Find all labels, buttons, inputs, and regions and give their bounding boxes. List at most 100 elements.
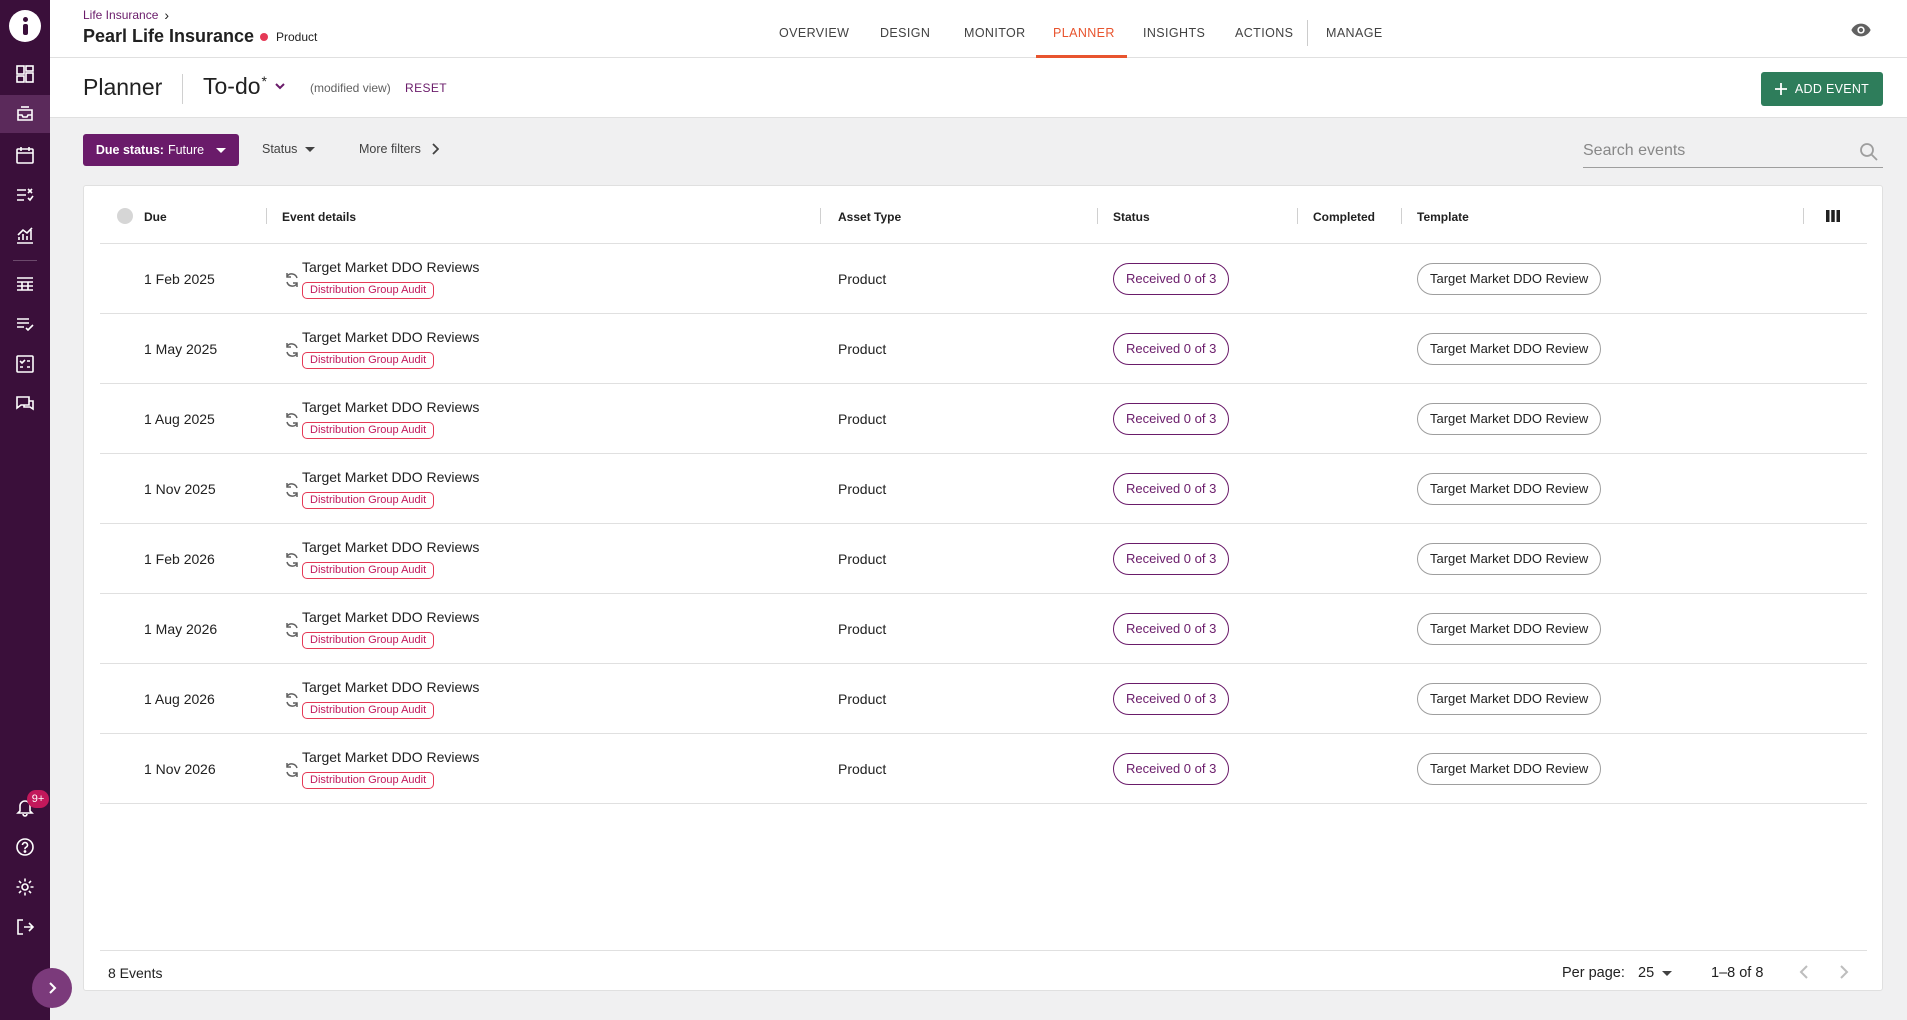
template-chip[interactable]: Target Market DDO Review xyxy=(1417,403,1602,435)
due-date: 1 Aug 2025 xyxy=(144,411,215,427)
status-chip[interactable]: Received 0 of 3 xyxy=(1113,543,1230,575)
logout-icon[interactable] xyxy=(0,908,50,946)
event-title[interactable]: Target Market DDO Reviews xyxy=(302,609,479,625)
tab-design[interactable]: DESIGN xyxy=(880,26,930,40)
search-icon[interactable] xyxy=(1859,142,1879,162)
caret-down-icon xyxy=(216,147,227,153)
breadcrumb-item[interactable]: Life Insurance xyxy=(83,8,158,22)
event-title[interactable]: Target Market DDO Reviews xyxy=(302,399,479,415)
inbox-icon[interactable] xyxy=(0,95,50,133)
due-date: 1 Nov 2026 xyxy=(144,761,216,777)
analytics-icon[interactable] xyxy=(0,216,50,254)
event-tag: Distribution Group Audit xyxy=(302,492,435,509)
status-chip[interactable]: Received 0 of 3 xyxy=(1113,683,1230,715)
settings-icon[interactable] xyxy=(0,868,50,906)
template-chip[interactable]: Target Market DDO Review xyxy=(1417,683,1602,715)
template-chip[interactable]: Target Market DDO Review xyxy=(1417,753,1602,785)
expand-sidebar-button[interactable] xyxy=(32,968,72,1008)
tab-monitor[interactable]: MONITOR xyxy=(964,26,1026,40)
event-title[interactable]: Target Market DDO Reviews xyxy=(302,749,479,765)
event-title[interactable]: Target Market DDO Reviews xyxy=(302,329,479,345)
template-chip[interactable]: Target Market DDO Review xyxy=(1417,263,1602,295)
chevron-right-icon xyxy=(49,982,57,994)
status-chip[interactable]: Received 0 of 3 xyxy=(1113,753,1230,785)
due-status-value: Future xyxy=(167,143,205,157)
status-filter-label: Status xyxy=(262,142,298,156)
checklist-icon[interactable] xyxy=(0,305,50,343)
add-event-button[interactable]: ADD EVENT xyxy=(1761,72,1883,106)
header-status[interactable]: Status xyxy=(1113,210,1150,224)
event-title[interactable]: Target Market DDO Reviews xyxy=(302,259,479,275)
table-header: Due Event details Asset Type Status Comp… xyxy=(100,186,1867,244)
template-chip[interactable]: Target Market DDO Review xyxy=(1417,333,1602,365)
recurring-icon xyxy=(286,273,298,287)
event-title[interactable]: Target Market DDO Reviews xyxy=(302,679,479,695)
asset-type-cell: Product xyxy=(838,691,887,707)
table-row[interactable]: 1 Nov 2026 Target Market DDO Reviews Distr… xyxy=(100,734,1867,804)
tab-overview[interactable]: OVERVIEW xyxy=(779,26,849,40)
reset-button[interactable]: RESET xyxy=(405,81,447,95)
recurring-icon xyxy=(286,343,298,357)
status-chip[interactable]: Received 0 of 3 xyxy=(1113,473,1230,505)
table-row[interactable]: 1 Aug 2025 Target Market DDO Reviews Distr… xyxy=(100,384,1867,454)
dashboard-icon[interactable] xyxy=(0,55,50,93)
recurring-icon xyxy=(286,763,298,777)
calendar-icon[interactable] xyxy=(0,136,50,174)
due-status-filter[interactable]: Due status: Future xyxy=(83,134,239,166)
eye-icon[interactable] xyxy=(1850,19,1872,41)
template-chip[interactable]: Target Market DDO Review xyxy=(1417,543,1602,575)
app-logo[interactable] xyxy=(9,10,41,42)
table-row[interactable]: 1 May 2026 Target Market DDO Reviews Distr… xyxy=(100,594,1867,664)
status-chip[interactable]: Received 0 of 3 xyxy=(1113,263,1230,295)
event-count: 8 Events xyxy=(108,965,163,981)
view-selector[interactable]: To-do * xyxy=(203,73,267,100)
asset-type-cell: Product xyxy=(838,481,887,497)
previous-page-button[interactable] xyxy=(1794,962,1814,982)
status-chip[interactable]: Received 0 of 3 xyxy=(1113,613,1230,645)
asset-type-badge: Product xyxy=(260,30,317,44)
pagination-range: 1–8 of 8 xyxy=(1711,965,1764,981)
per-page-select[interactable]: 25 xyxy=(1638,965,1673,981)
event-title[interactable]: Target Market DDO Reviews xyxy=(302,469,479,485)
event-tag: Distribution Group Audit xyxy=(302,562,435,579)
search-input[interactable] xyxy=(1583,136,1843,166)
more-filters-button[interactable]: More filters xyxy=(359,142,439,156)
checkbox-icon[interactable] xyxy=(0,345,50,383)
status-chip[interactable]: Received 0 of 3 xyxy=(1113,403,1230,435)
template-chip[interactable]: Target Market DDO Review xyxy=(1417,473,1602,505)
table-row[interactable]: 1 Feb 2025 Target Market DDO Reviews Distr… xyxy=(100,244,1867,314)
recurring-icon xyxy=(286,483,298,497)
help-icon[interactable] xyxy=(0,828,50,866)
view-modified-marker: * xyxy=(261,73,267,89)
event-tag: Distribution Group Audit xyxy=(302,352,435,369)
next-page-button[interactable] xyxy=(1834,962,1854,982)
table-row[interactable]: 1 May 2025 Target Market DDO Reviews Distr… xyxy=(100,314,1867,384)
columns-icon[interactable] xyxy=(1826,210,1840,222)
status-filter[interactable]: Status xyxy=(262,142,316,156)
per-page-value: 25 xyxy=(1638,965,1655,981)
status-chip[interactable]: Received 0 of 3 xyxy=(1113,333,1230,365)
header-event-details[interactable]: Event details xyxy=(282,210,356,224)
chevron-down-icon[interactable] xyxy=(274,81,286,91)
event-tag: Distribution Group Audit xyxy=(302,632,435,649)
header-asset-type[interactable]: Asset Type xyxy=(838,210,901,224)
header-completed[interactable]: Completed xyxy=(1313,210,1375,224)
chevron-right-icon xyxy=(432,143,439,155)
tasks-icon[interactable] xyxy=(0,176,50,214)
event-title[interactable]: Target Market DDO Reviews xyxy=(302,539,479,555)
add-event-label: ADD EVENT xyxy=(1794,82,1870,96)
table-icon[interactable] xyxy=(0,265,50,303)
tab-insights[interactable]: INSIGHTS xyxy=(1143,26,1205,40)
tab-manage[interactable]: MANAGE xyxy=(1326,26,1383,40)
header-due[interactable]: Due xyxy=(144,210,167,224)
table-row[interactable]: 1 Aug 2026 Target Market DDO Reviews Distr… xyxy=(100,664,1867,734)
breadcrumb[interactable]: Life Insurance › xyxy=(83,7,169,23)
header-template[interactable]: Template xyxy=(1417,210,1469,224)
tab-actions[interactable]: ACTIONS xyxy=(1235,26,1293,40)
template-chip[interactable]: Target Market DDO Review xyxy=(1417,613,1602,645)
table-row[interactable]: 1 Nov 2025 Target Market DDO Reviews Distr… xyxy=(100,454,1867,524)
bell-icon[interactable]: 9+ xyxy=(0,788,50,826)
tab-planner[interactable]: PLANNER xyxy=(1053,26,1115,40)
chat-icon[interactable] xyxy=(0,385,50,423)
table-row[interactable]: 1 Feb 2026 Target Market DDO Reviews Distr… xyxy=(100,524,1867,594)
